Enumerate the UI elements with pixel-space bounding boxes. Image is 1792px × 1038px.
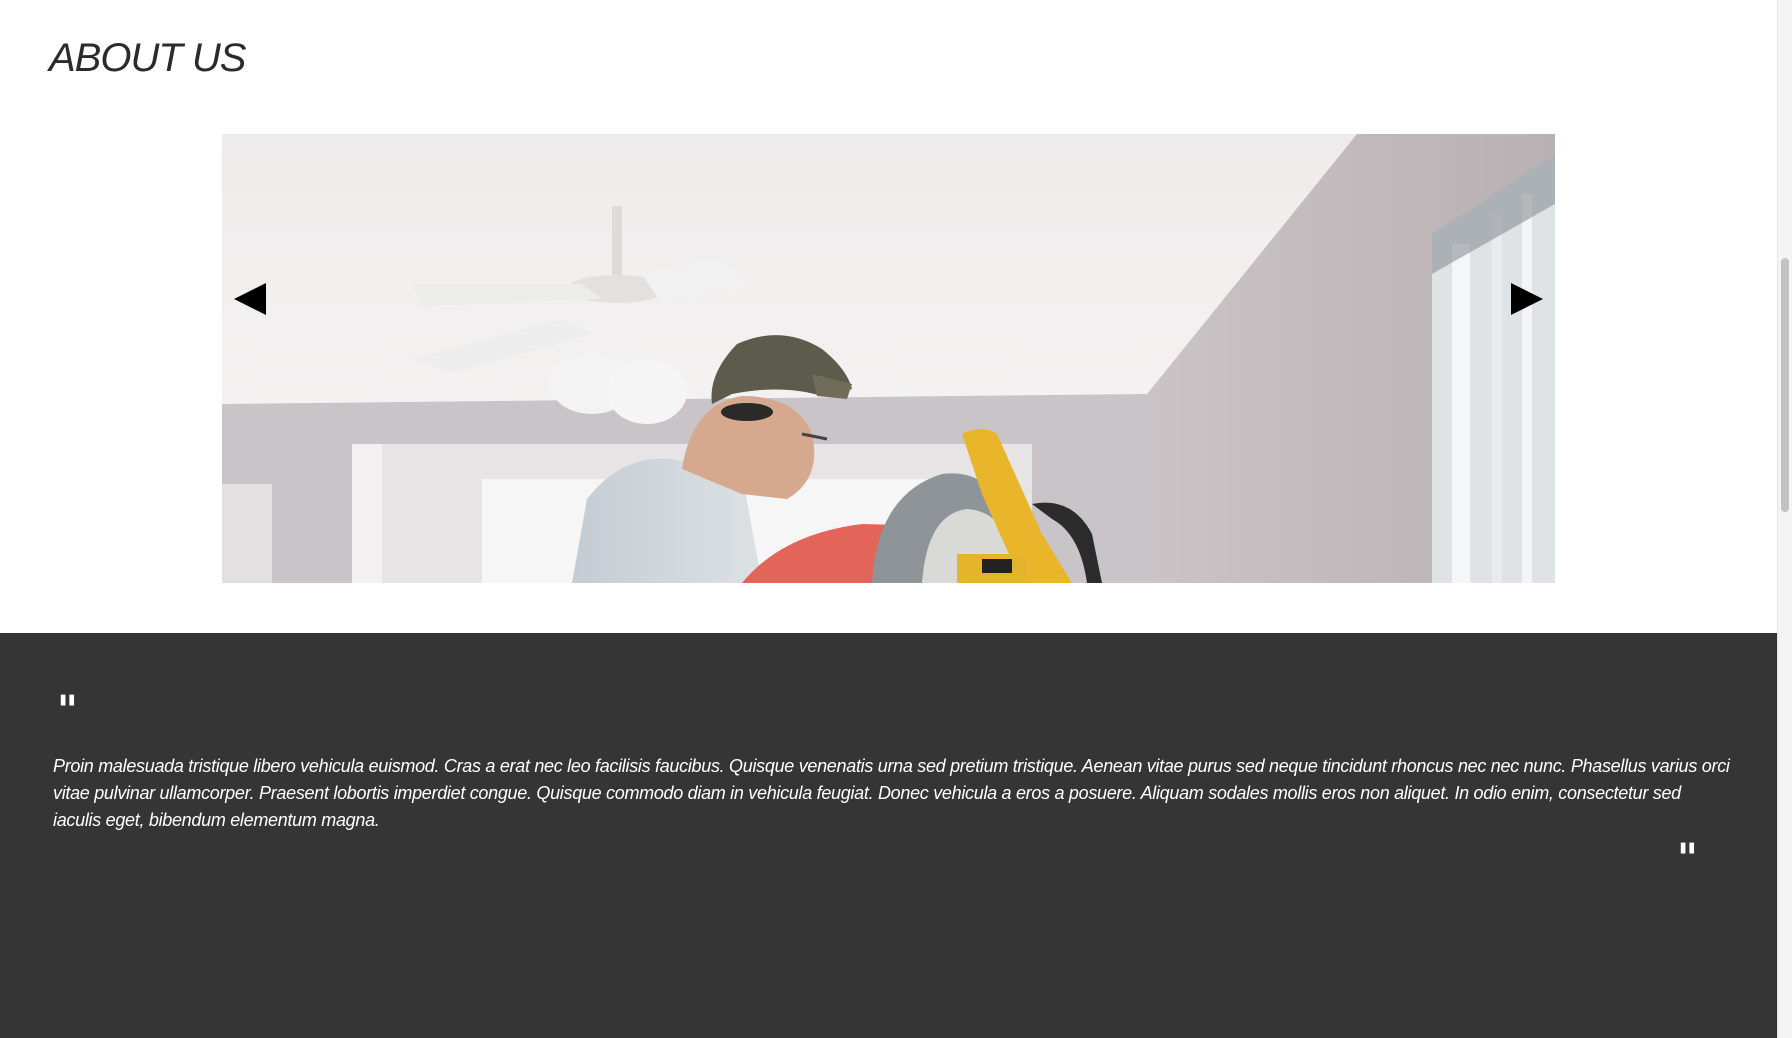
main-content: ABOUT US " Proin malesuada tristique lib…	[0, 0, 1777, 1038]
vertical-scrollbar[interactable]	[1777, 0, 1792, 1038]
testimonial-text: Proin malesuada tristique libero vehicul…	[53, 756, 1730, 830]
scrollbar-thumb[interactable]	[1781, 258, 1789, 512]
page: ABOUT US " Proin malesuada tristique lib…	[0, 0, 1792, 1038]
image-slider[interactable]	[222, 134, 1555, 583]
triangle-left-icon	[234, 283, 266, 315]
slider-prev-button[interactable]	[232, 281, 268, 317]
page-title: ABOUT US	[49, 36, 246, 80]
testimonial-section: " Proin malesuada tristique libero vehic…	[0, 633, 1777, 1038]
slider-next-button[interactable]	[1509, 281, 1545, 317]
carpenter-photo	[222, 134, 1555, 583]
triangle-right-icon	[1511, 283, 1543, 315]
open-quote-icon: "	[57, 687, 78, 734]
close-quote-icon: "	[1677, 835, 1698, 882]
